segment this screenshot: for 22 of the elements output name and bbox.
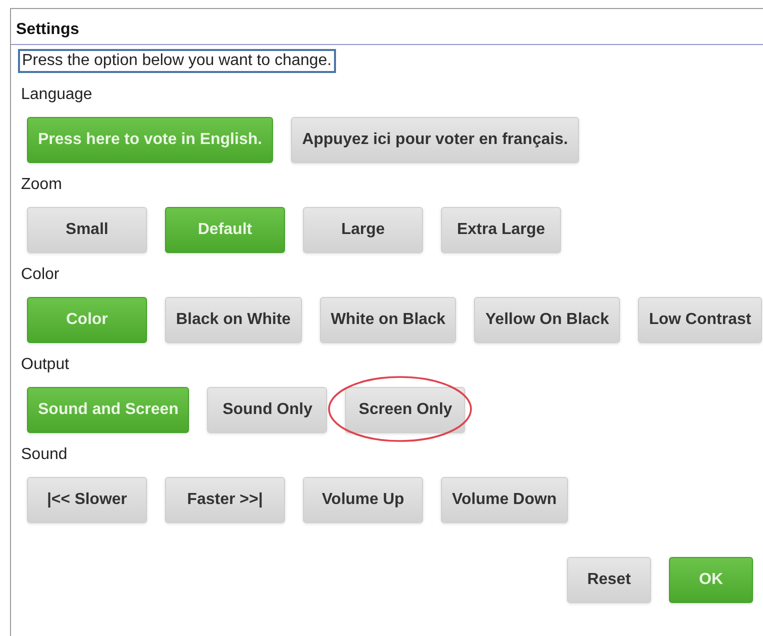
option-button[interactable]: Black on White [165,297,302,343]
section-label: Zoom [21,175,63,195]
option-button[interactable]: Sound Only [207,387,328,433]
option-button[interactable]: Volume Down [441,477,568,523]
option-button[interactable]: Low Contrast [638,297,762,343]
option-button[interactable]: Screen Only [345,387,466,433]
reset-button[interactable]: Reset [567,557,651,603]
section-label: Color [21,265,60,285]
instruction-text: Press the option below you want to change. [18,49,336,73]
option-button[interactable]: Faster >>| [165,477,285,523]
option-button[interactable]: Yellow On Black [474,297,620,343]
option-button[interactable]: Volume Up [303,477,423,523]
option-button[interactable]: Small [27,207,147,253]
window-title: Settings [16,21,80,38]
option-button[interactable]: Extra Large [441,207,561,253]
option-button[interactable]: White on Black [320,297,456,343]
section-label: Output [21,355,70,375]
option-button[interactable]: Appuyez ici pour voter en français. [291,117,579,163]
section-label: Sound [21,445,68,465]
section-label: Language [21,85,94,105]
option-button[interactable]: Large [303,207,423,253]
option-button[interactable]: |<< Slower [27,477,147,523]
